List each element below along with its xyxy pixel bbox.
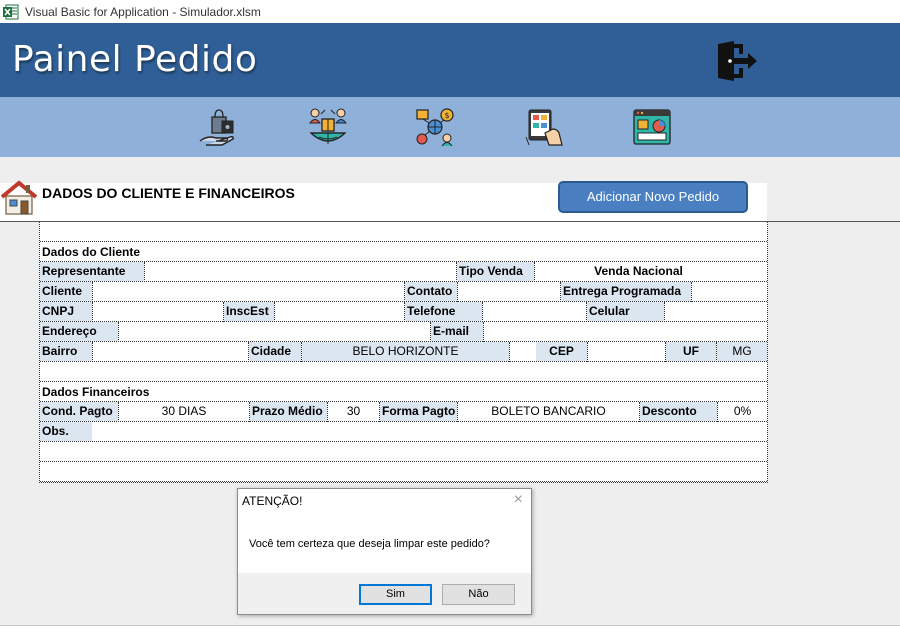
obs-label: Obs. xyxy=(40,422,92,441)
blank-row xyxy=(40,222,767,242)
window-titlebar: Visual Basic for Application - Simulador… xyxy=(0,0,900,23)
dialog-title: ATENÇÃO! xyxy=(242,494,303,508)
forma-pagto-value[interactable]: BOLETO BANCARIO xyxy=(458,402,639,421)
form-row: CNPJ InscEst Telefone Celular xyxy=(40,302,767,322)
window-title: Visual Basic for Application - Simulador… xyxy=(25,4,261,19)
exit-icon[interactable] xyxy=(714,41,760,81)
prazo-medio-label: Prazo Médio xyxy=(250,402,327,421)
logistics-network-icon[interactable]: $ xyxy=(414,107,456,147)
bairro-label: Bairro xyxy=(40,342,92,361)
home-icon[interactable] xyxy=(0,180,38,216)
order-form-grid: Dados do Cliente Representante Tipo Vend… xyxy=(39,222,768,483)
dialog-message: Você tem certeza que deseja limpar este … xyxy=(249,538,490,550)
header-bar: Painel Pedido xyxy=(0,23,900,97)
desconto-value[interactable]: 0% xyxy=(718,402,767,421)
excel-icon xyxy=(3,4,19,19)
cnpj-field[interactable] xyxy=(93,302,223,321)
finance-heading-row: Dados Financeiros xyxy=(40,382,767,402)
finance-section-title: Dados Financeiros xyxy=(42,385,150,399)
celular-label: Celular xyxy=(587,302,664,321)
celular-field[interactable] xyxy=(665,302,767,321)
desconto-label: Desconto xyxy=(640,402,717,421)
endereco-label: Endereço xyxy=(40,322,118,341)
telefone-field[interactable] xyxy=(483,302,586,321)
icon-toolbar: $ xyxy=(0,97,900,157)
telefone-label: Telefone xyxy=(405,302,482,321)
email-field[interactable] xyxy=(484,322,767,341)
representante-field[interactable] xyxy=(145,262,456,281)
dialog-footer: Sim Não xyxy=(238,573,531,614)
cep-label: CEP xyxy=(536,342,587,361)
uf-label: UF xyxy=(666,342,716,361)
form-row: Representante Tipo Venda Venda Nacional xyxy=(40,262,767,282)
tipo-venda-value[interactable]: Venda Nacional xyxy=(535,262,742,281)
close-icon[interactable]: × xyxy=(514,491,523,509)
app-window: Visual Basic for Application - Simulador… xyxy=(0,0,900,640)
cidade-value[interactable]: BELO HORIZONTE xyxy=(302,342,509,361)
form-row: Obs. xyxy=(40,422,767,442)
global-clients-icon[interactable] xyxy=(307,107,349,147)
cliente-field[interactable] xyxy=(93,282,404,301)
form-row: Bairro Cidade BELO HORIZONTE CEP UF MG xyxy=(40,342,767,362)
representante-label: Representante xyxy=(40,262,144,281)
cnpj-label: CNPJ xyxy=(40,302,92,321)
yes-button[interactable]: Sim xyxy=(359,584,432,605)
obs-line[interactable] xyxy=(40,462,767,482)
svg-text:$: $ xyxy=(445,111,450,120)
status-strip xyxy=(0,625,900,640)
uf-value[interactable]: MG xyxy=(717,342,767,361)
form-row: Cliente Contato Entrega Programada xyxy=(40,282,767,302)
confirm-dialog: ATENÇÃO! × Você tem certeza que deseja l… xyxy=(237,488,532,615)
entrega-field[interactable] xyxy=(692,282,767,301)
client-section-title: Dados do Cliente xyxy=(42,245,141,259)
shopping-bag-hand-icon[interactable] xyxy=(198,107,240,147)
tablet-catalog-icon[interactable] xyxy=(523,107,565,147)
email-label: E-mail xyxy=(431,322,483,341)
add-order-button[interactable]: Adicionar Novo Pedido xyxy=(558,181,748,213)
forma-pagto-label: Forma Pagto xyxy=(380,402,457,421)
form-row: Endereço E-mail xyxy=(40,322,767,342)
bairro-field[interactable] xyxy=(93,342,248,361)
inscest-label: InscEst xyxy=(224,302,274,321)
form-row: Cond. Pagto 30 DIAS Prazo Médio 30 Forma… xyxy=(40,402,767,422)
entrega-label: Entrega Programada xyxy=(561,282,691,301)
tipo-venda-label: Tipo Venda xyxy=(457,262,534,281)
obs-field[interactable] xyxy=(93,422,767,441)
section-heading: DADOS DO CLIENTE E FINANCEIROS xyxy=(42,185,295,201)
dashboard-screen-icon[interactable] xyxy=(631,107,673,147)
client-heading-row: Dados do Cliente xyxy=(40,242,767,262)
page-title: Painel Pedido xyxy=(12,39,258,80)
endereco-field[interactable] xyxy=(119,322,430,341)
cliente-label: Cliente xyxy=(40,282,92,301)
cidade-label: Cidade xyxy=(249,342,301,361)
prazo-medio-value[interactable]: 30 xyxy=(328,402,379,421)
obs-line[interactable] xyxy=(40,442,767,462)
blank-row xyxy=(40,362,767,382)
contato-field[interactable] xyxy=(458,282,560,301)
cond-pagto-value[interactable]: 30 DIAS xyxy=(119,402,249,421)
inscest-field[interactable] xyxy=(275,302,404,321)
cep-field[interactable] xyxy=(588,342,665,361)
no-button[interactable]: Não xyxy=(442,584,515,605)
cond-pagto-label: Cond. Pagto xyxy=(40,402,118,421)
contato-label: Contato xyxy=(405,282,457,301)
